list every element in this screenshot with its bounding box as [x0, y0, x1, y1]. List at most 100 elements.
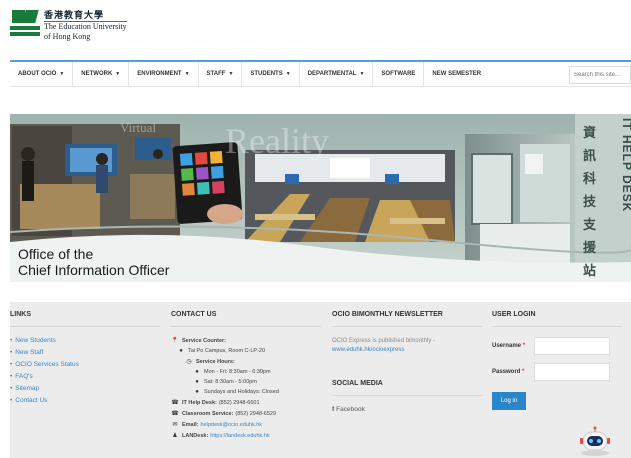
university-logo[interactable]: 香港教育大學 The Education University of Hong … [10, 10, 127, 42]
nav-students[interactable]: STUDENTS ▼ [242, 62, 300, 86]
link-new-staff[interactable]: • New Staff [10, 349, 160, 356]
link-label: FAQ's [15, 373, 33, 380]
login-heading: USER LOGIN [492, 302, 622, 327]
nav-label: SOFTWARE [381, 71, 416, 77]
contact-column: CONTACT US 📍 Service Counter: ● Tai Po Cam… [171, 302, 321, 443]
nav-software[interactable]: SOFTWARE [373, 62, 425, 86]
nav-label: NEW SEMESTER [432, 71, 482, 77]
newsletter-link[interactable]: www.eduhk.hk/ocioexpress [332, 347, 404, 353]
link-faqs[interactable]: • FAQ's [10, 373, 160, 380]
social-heading: SOCIAL MEDIA [332, 371, 482, 396]
envelope-icon: ✉ [172, 422, 178, 428]
landesk-line: ♟ LANDesk: https://landesk.eduhk.hk [171, 432, 321, 440]
landesk-link[interactable]: https://landesk.eduhk.hk [210, 433, 269, 439]
helpdesk-phone-line: ☎ IT Help Desk: (852) 2948-6601 [171, 399, 321, 407]
sign-char: 資 [583, 126, 597, 141]
bullet-icon: ● [195, 389, 199, 395]
links-heading: LINKS [10, 302, 160, 327]
link-contact-us[interactable]: • Contact Us [10, 397, 160, 404]
password-input[interactable] [534, 363, 610, 381]
service-hours-line: ◷ Service Hours: [171, 358, 321, 366]
email-link[interactable]: helpdesk@ocio.eduhk.hk [201, 422, 263, 428]
hours-text: Mon - Fri: 8:30am - 6:30pm [204, 369, 271, 375]
nav-new-semester[interactable]: NEW SEMESTER [424, 62, 489, 86]
service-counter-line: 📍 Service Counter: [171, 337, 321, 345]
phone-icon: ☎ [171, 400, 179, 406]
sign-char: 技 [583, 195, 597, 210]
required-mark: * [522, 369, 525, 375]
nav-network[interactable]: NETWORK ▼ [73, 62, 130, 86]
facebook-icon: f [332, 406, 335, 413]
email-label: Email: [182, 421, 199, 428]
caret-down-icon: ▼ [228, 71, 234, 77]
bullet-icon: ● [179, 348, 183, 354]
landesk-label: LANDesk: [182, 432, 209, 439]
login-column: USER LOGIN Username * Password * Log in [492, 302, 622, 410]
username-row: Username * [492, 337, 622, 355]
nav-label: STUDENTS [250, 71, 283, 77]
link-sitemap[interactable]: • Sitemap [10, 385, 160, 392]
newsletter-column: OCIO BIMONTHLY NEWSLETTER OCIO Express i… [332, 302, 482, 413]
chatbot-robot-icon[interactable] [576, 426, 614, 456]
sign-char: 站 [583, 264, 597, 279]
link-new-students[interactable]: • New Students [10, 337, 160, 344]
links-list: • New Students • New Staff • OCIO Services … [10, 337, 160, 404]
banner-bg-word-virtual: Virtual [120, 120, 157, 135]
contact-heading: CONTACT US [171, 302, 321, 327]
username-input[interactable] [534, 337, 610, 355]
caret-down-icon: ▼ [59, 71, 65, 77]
phone-icon: ☎ [171, 411, 179, 417]
hours-line: ● Sat: 8:30am - 5:00pm [171, 379, 321, 385]
password-label: Password * [492, 369, 534, 375]
hours-text: Sundays and Holidays: Closed [204, 389, 279, 395]
sign-char: 科 [583, 172, 597, 187]
classroom-phone-line: ☎ Classroom Service: (852) 2948-6529 [171, 410, 321, 418]
classroom-phone: (852) 2948-6529 [235, 410, 277, 417]
bullet-icon: ● [195, 369, 199, 375]
nav-about-ocio[interactable]: ABOUT OCIO ▼ [10, 62, 74, 86]
nav-staff[interactable]: STAFF ▼ [199, 62, 243, 86]
sign-char: 訊 [583, 149, 597, 164]
nav-label: NETWORK [81, 71, 113, 77]
newsletter-heading: OCIO BIMONTHLY NEWSLETTER [332, 302, 482, 327]
link-services-status[interactable]: • OCIO Services Status [10, 361, 160, 368]
link-label: New Staff [15, 349, 44, 356]
link-label: New Students [15, 337, 56, 344]
eduhk-emblem-icon [10, 10, 40, 40]
search-input[interactable] [569, 66, 631, 84]
banner-title-line2: Chief Information Officer [18, 262, 170, 278]
newsletter-text: OCIO Express is published bimonthly - ww… [332, 337, 482, 355]
bullet-icon: ● [195, 379, 199, 385]
service-counter-label: Service Counter: [182, 337, 227, 344]
facebook-link[interactable]: f Facebook [332, 406, 482, 413]
links-column: LINKS • New Students • New Staff • OCIO Ser… [10, 302, 160, 409]
clock-icon: ◷ [186, 359, 192, 365]
caret-down-icon: ▼ [115, 71, 121, 77]
hours-line: ● Sundays and Holidays: Closed [171, 389, 321, 395]
service-hours-label: Service Hours: [196, 358, 235, 365]
password-row: Password * [492, 363, 622, 381]
logo-english-name-2: of Hong Kong [44, 32, 91, 41]
link-label: Sitemap [15, 385, 40, 392]
location-line: ● Tai Po Campus, Room C-LP-20 [171, 348, 321, 354]
password-label-text: Password [492, 369, 521, 375]
username-label-text: Username [492, 343, 522, 349]
nav-label: ABOUT OCIO [18, 71, 57, 77]
helpdesk-phone: (852) 2948-6601 [218, 399, 260, 406]
location-text: Tai Po Campus, Room C-LP-20 [188, 348, 266, 354]
nav-label: ENVIRONMENT [137, 71, 182, 77]
caret-down-icon: ▼ [359, 71, 365, 77]
nav-environment[interactable]: ENVIRONMENT ▼ [129, 62, 199, 86]
nav-label: DEPARTMENTAL [307, 71, 357, 77]
sign-char: 支 [583, 218, 597, 233]
main-nav: ABOUT OCIO ▼ NETWORK ▼ ENVIRONMENT ▼ STAFF ▼… [10, 60, 631, 87]
nav-label: STAFF [206, 71, 226, 77]
facebook-label: Facebook [336, 406, 365, 413]
caret-down-icon: ▼ [184, 71, 190, 77]
helpdesk-chinese-sign: 資 訊 科 技 支 援 站 [583, 122, 597, 282]
required-mark: * [522, 343, 526, 349]
login-button[interactable]: Log in [492, 392, 526, 410]
nav-departmental[interactable]: DEPARTMENTAL ▼ [300, 62, 374, 86]
banner-bg-word-reality: Reality [225, 121, 329, 161]
map-marker-icon: 📍 [171, 338, 179, 344]
